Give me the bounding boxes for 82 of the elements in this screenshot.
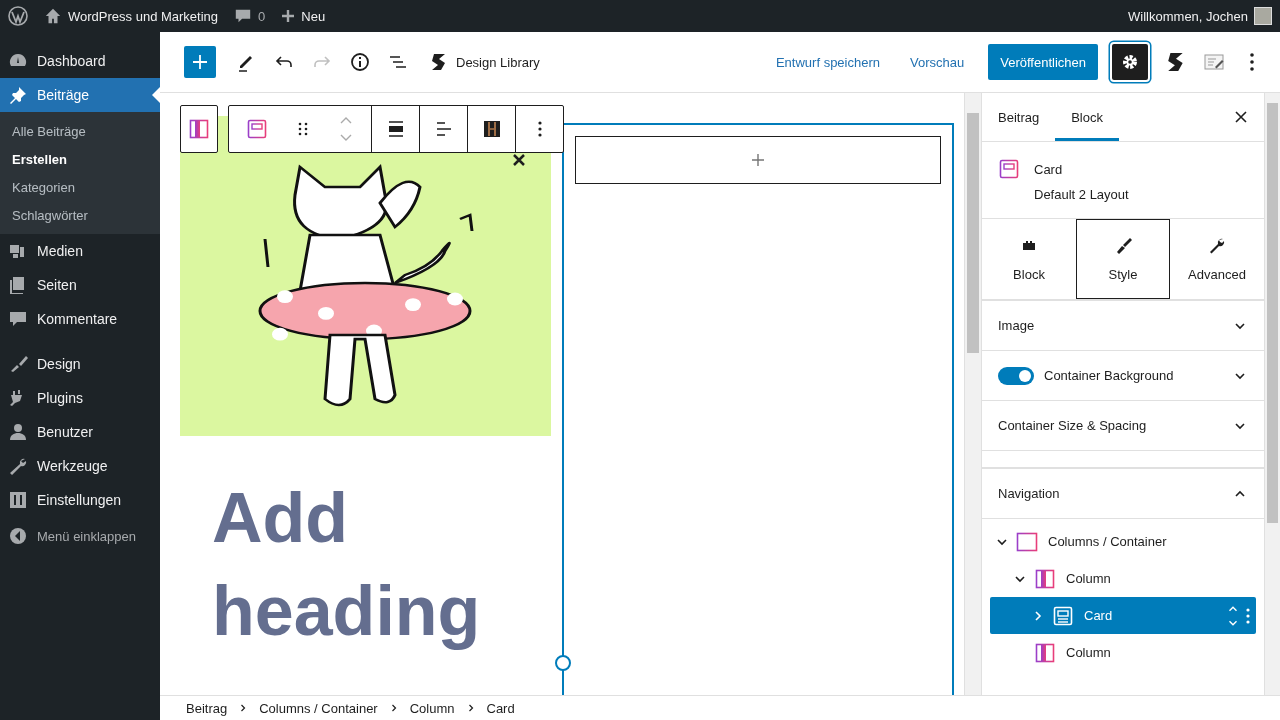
panel-header[interactable]: Container Background (982, 351, 1264, 400)
breadcrumb-item[interactable]: Beitrag (186, 700, 228, 716)
tree-item[interactable]: Columns / Container (990, 523, 1256, 560)
collapse-icon (8, 526, 28, 546)
layout-icon (482, 120, 501, 138)
menu-item[interactable]: Design (0, 347, 160, 381)
menu-item[interactable]: Beiträge (0, 78, 160, 112)
wrench-icon (1208, 236, 1226, 255)
card-icon (1052, 604, 1074, 627)
greeting-link[interactable]: Willkommen, Jochen (1128, 8, 1248, 24)
menu-item[interactable]: Medien (0, 234, 160, 268)
more-icon (1250, 53, 1254, 71)
scrollbar[interactable] (1264, 93, 1280, 695)
site-title-link[interactable]: WordPress und Marketing (68, 8, 219, 24)
menu-icon (8, 309, 28, 329)
plus-icon[interactable] (281, 9, 296, 23)
plus-icon (751, 153, 765, 167)
inspector-tab[interactable]: Style (1076, 219, 1170, 299)
save-draft-button[interactable]: Entwurf speichern (763, 54, 892, 70)
settings-button[interactable] (1112, 44, 1148, 80)
submenu-item[interactable]: Schlagwörter (0, 202, 160, 230)
home-icon[interactable] (44, 7, 62, 25)
sidebar-tab[interactable]: Beitrag (982, 93, 1056, 141)
column-icon (1034, 641, 1056, 664)
breadcrumb-item[interactable]: Columns / Container (259, 700, 378, 716)
more-icon (537, 121, 542, 137)
column-icon (1034, 567, 1056, 590)
menu-item[interactable]: Einstellungen (0, 483, 160, 517)
card-icon (246, 118, 268, 140)
tree-item[interactable]: Column (990, 634, 1256, 671)
menu-item[interactable]: Benutzer (0, 415, 160, 449)
card-icon (998, 158, 1020, 180)
sidebar-tab[interactable]: Block (1055, 93, 1119, 141)
menu-item[interactable]: Werkzeuge (0, 449, 160, 483)
settings-icon (1120, 52, 1140, 72)
submenu-item[interactable]: Alle Beiträge (0, 118, 160, 146)
comment-count: 0 (258, 8, 266, 24)
column-icon (188, 118, 210, 140)
menu-item[interactable]: Dashboard (0, 44, 160, 78)
text-align-icon (434, 120, 453, 138)
add-block-appender[interactable] (575, 136, 941, 184)
close-icon[interactable] (1234, 110, 1248, 124)
block-title: Card (1034, 162, 1064, 177)
columns-icon (1016, 530, 1038, 553)
design-library-link[interactable]: Design Library (456, 54, 540, 70)
breadcrumb-item[interactable]: Card (486, 700, 515, 716)
up-down-arrows-icon (338, 115, 354, 143)
brush-icon (1114, 236, 1132, 255)
block-description: Default 2 Layout (1034, 187, 1129, 202)
menu-icon (8, 456, 28, 476)
menu-icon (8, 85, 28, 105)
breadcrumb-item[interactable]: Column (409, 700, 455, 716)
stackable-logo[interactable] (430, 53, 448, 71)
submenu-item[interactable]: Erstellen (0, 146, 160, 174)
collapse-menu-button[interactable]: Menü einklappen (0, 519, 160, 553)
plus-icon (191, 53, 209, 71)
tree-item[interactable]: Card (990, 597, 1256, 634)
heading-text[interactable]: Add heading (212, 472, 551, 658)
resize-handle[interactable] (555, 655, 571, 671)
panel-header[interactable]: Container Size & Spacing (982, 401, 1264, 450)
submenu-item[interactable]: Kategorien (0, 174, 160, 202)
close-icon[interactable] (512, 153, 526, 167)
drag-icon (298, 122, 308, 136)
panel-header[interactable]: Navigation (982, 469, 1264, 518)
more-icon[interactable] (1246, 607, 1250, 624)
preview-button[interactable]: Vorschau (898, 54, 977, 70)
document-edit-icon (1203, 51, 1225, 73)
tree-item[interactable]: Column (990, 560, 1256, 597)
scrollbar[interactable] (964, 93, 981, 695)
menu-item[interactable]: Plugins (0, 381, 160, 415)
menu-item[interactable]: Kommentare (0, 302, 160, 336)
toggle-switch[interactable] (998, 366, 1034, 385)
align-icon (386, 120, 405, 138)
menu-icon (8, 490, 28, 510)
new-link[interactable]: Neu (301, 8, 326, 24)
add-block-button[interactable] (184, 46, 216, 78)
panel-header[interactable]: Image (982, 301, 1264, 350)
info-icon (349, 51, 371, 73)
menu-item[interactable]: Seiten (0, 268, 160, 302)
menu-icon (8, 422, 28, 442)
wordpress-logo[interactable] (8, 6, 28, 26)
publish-button[interactable]: Veröffentlichen (988, 44, 1098, 80)
